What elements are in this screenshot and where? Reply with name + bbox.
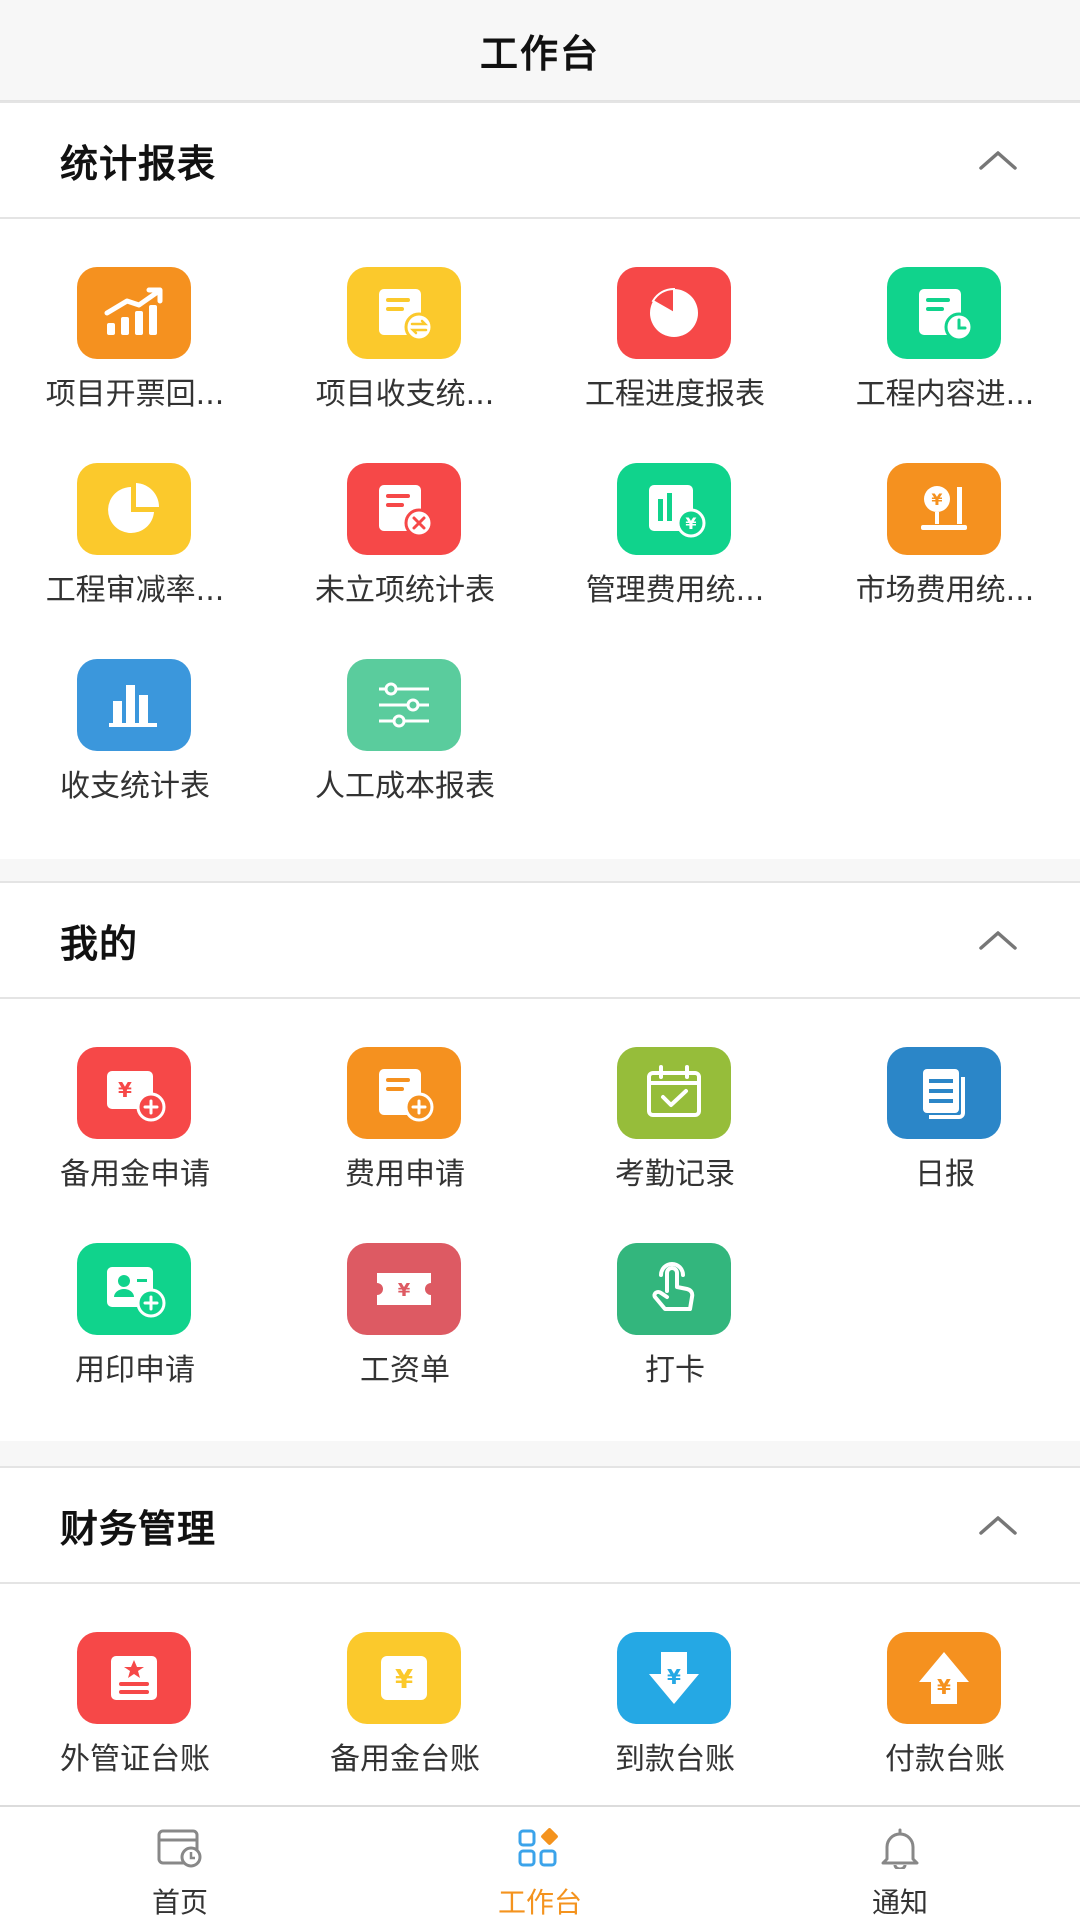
id-card-add-icon: [77, 1243, 191, 1335]
yen-up-icon: ¥: [887, 1632, 1001, 1724]
grid-item-clock-in[interactable]: 打卡: [540, 1195, 810, 1391]
grid-item-receipt-ledger[interactable]: ¥ 到款台账: [540, 1584, 810, 1780]
tab-label: 通知: [871, 1886, 928, 1919]
grid-item-label: 项目开票回...: [45, 377, 225, 412]
grid-item-label: 管理费用统...: [585, 573, 765, 608]
home-calendar-icon: [155, 1827, 205, 1873]
section-title: 统计报表: [60, 141, 217, 186]
grid-item-label: 到款台账: [615, 1742, 735, 1777]
document-add-icon: [347, 1047, 461, 1139]
calendar-check-icon: [617, 1047, 731, 1139]
grid-item-daily-report[interactable]: 日报: [810, 999, 1080, 1195]
chevron-up-icon[interactable]: [976, 1510, 1020, 1540]
grid-item-project-invoice[interactable]: 项目开票回...: [0, 219, 270, 415]
svg-text:¥: ¥: [931, 490, 942, 509]
grid-item-expense-apply[interactable]: 费用申请: [270, 999, 540, 1195]
grid-item-label: 工程进度报表: [585, 377, 765, 412]
section-finance: 财务管理 外管证台账 ¥ 备用金台账 ¥ 到款台账 ¥ 付款台账: [0, 1466, 1080, 1805]
svg-text:¥: ¥: [118, 1078, 132, 1102]
bottom-tab-bar: 首页 工作台 通知: [0, 1805, 1080, 1922]
grid-item-attendance[interactable]: 考勤记录: [540, 999, 810, 1195]
grid-item-management-fee[interactable]: ¥ 管理费用统...: [540, 415, 810, 611]
page-title: 工作台: [479, 31, 600, 76]
grid-item-payslip[interactable]: ¥ 工资单: [270, 1195, 540, 1391]
yen-card-add-icon: ¥: [77, 1047, 191, 1139]
grid-item-label: 人工成本报表: [315, 769, 495, 804]
section-title: 财务管理: [60, 1506, 217, 1551]
sliders-icon: [347, 659, 461, 751]
grid-item-label: 外管证台账: [60, 1742, 210, 1777]
chevron-up-icon[interactable]: [976, 925, 1020, 955]
grid-item-labor-cost[interactable]: 人工成本报表: [270, 611, 540, 807]
svg-text:¥: ¥: [398, 1280, 411, 1301]
grid-item-label: 项目收支统...: [315, 377, 495, 412]
yen-box-icon: ¥: [347, 1632, 461, 1724]
grid-item-label: 备用金申请: [60, 1157, 210, 1192]
tab-workbench[interactable]: 工作台: [360, 1807, 720, 1922]
bar-yen-icon: ¥: [617, 463, 731, 555]
pie-chart-icon: [77, 463, 191, 555]
document-clock-icon: [887, 267, 1001, 359]
certificate-icon: [77, 1632, 191, 1724]
svg-text:¥: ¥: [667, 1665, 681, 1689]
section-header[interactable]: 我的: [0, 881, 1080, 999]
touch-icon: [617, 1243, 731, 1335]
grid-item-content-progress[interactable]: 工程内容进...: [810, 219, 1080, 415]
grid-item-label: 工程审减率...: [45, 573, 225, 608]
grid-item-label: 用印申请: [75, 1353, 195, 1388]
grid-item-label: 考勤记录: [615, 1157, 735, 1192]
grid-item-label: 收支统计表: [60, 769, 210, 804]
tab-label: 工作台: [497, 1886, 582, 1919]
tab-notification[interactable]: 通知: [720, 1807, 1080, 1922]
grid-item-project-income[interactable]: 项目收支统...: [270, 219, 540, 415]
document-exchange-icon: [347, 267, 461, 359]
grid-item-petty-cash-ledger[interactable]: ¥ 备用金台账: [270, 1584, 540, 1780]
grid-item-label: 费用申请: [345, 1157, 465, 1192]
svg-text:¥: ¥: [395, 1665, 413, 1695]
top-bar: 工作台: [0, 0, 1080, 102]
tab-home[interactable]: 首页: [0, 1807, 360, 1922]
grid-item-payment-ledger[interactable]: ¥ 付款台账: [810, 1584, 1080, 1780]
ticket-yen-icon: ¥: [347, 1243, 461, 1335]
grid-item-foreign-cert[interactable]: 外管证台账: [0, 1584, 270, 1780]
yen-stand-icon: ¥: [887, 463, 1001, 555]
svg-text:¥: ¥: [685, 514, 696, 533]
section-title: 我的: [60, 921, 139, 966]
chart-trend-icon: [77, 267, 191, 359]
documents-icon: [887, 1047, 1001, 1139]
bar-chart-icon: [77, 659, 191, 751]
document-cancel-icon: [347, 463, 461, 555]
grid-item-seal-apply[interactable]: 用印申请: [0, 1195, 270, 1391]
section-statistics: 统计报表 项目开票回... 项目收支统... 工程进度报表 工程内容进... 工…: [0, 101, 1080, 859]
section-header[interactable]: 统计报表: [0, 101, 1080, 219]
section-mine: 我的 ¥ 备用金申请 费用申请 考勤记录 日报 用印申请 ¥ 工资单 打卡: [0, 881, 1080, 1441]
workbench-grid-icon: [515, 1827, 565, 1873]
tab-label: 首页: [151, 1886, 208, 1919]
svg-text:¥: ¥: [937, 1675, 951, 1699]
grid-item-label: 工程内容进...: [855, 377, 1035, 412]
grid-item-label: 日报: [915, 1157, 975, 1192]
grid-item-progress-report[interactable]: 工程进度报表: [540, 219, 810, 415]
grid-item-label: 工资单: [360, 1353, 450, 1388]
grid-item-petty-cash-apply[interactable]: ¥ 备用金申请: [0, 999, 270, 1195]
pie-progress-icon: [617, 267, 731, 359]
chevron-up-icon[interactable]: [976, 145, 1020, 175]
grid-item-label: 未立项统计表: [315, 573, 495, 608]
grid-item-audit-rate[interactable]: 工程审减率...: [0, 415, 270, 611]
grid-item-label: 打卡: [645, 1353, 705, 1388]
yen-down-icon: ¥: [617, 1632, 731, 1724]
grid-item-market-fee[interactable]: ¥ 市场费用统...: [810, 415, 1080, 611]
grid-item-label: 备用金台账: [330, 1742, 480, 1777]
grid-item-income-expense[interactable]: 收支统计表: [0, 611, 270, 807]
section-header[interactable]: 财务管理: [0, 1466, 1080, 1584]
grid-item-label: 市场费用统...: [855, 573, 1035, 608]
bell-icon: [875, 1827, 925, 1873]
grid-item-label: 付款台账: [885, 1742, 1005, 1777]
grid-item-unapproved[interactable]: 未立项统计表: [270, 415, 540, 611]
